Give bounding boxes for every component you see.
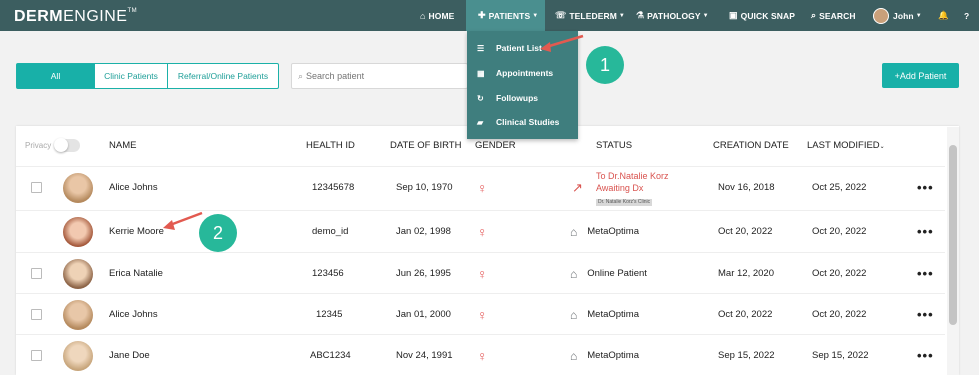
- annotation-arrow-1: [540, 34, 584, 52]
- annotation-arrows: [163, 34, 584, 230]
- annotation-arrow-2: [163, 211, 203, 230]
